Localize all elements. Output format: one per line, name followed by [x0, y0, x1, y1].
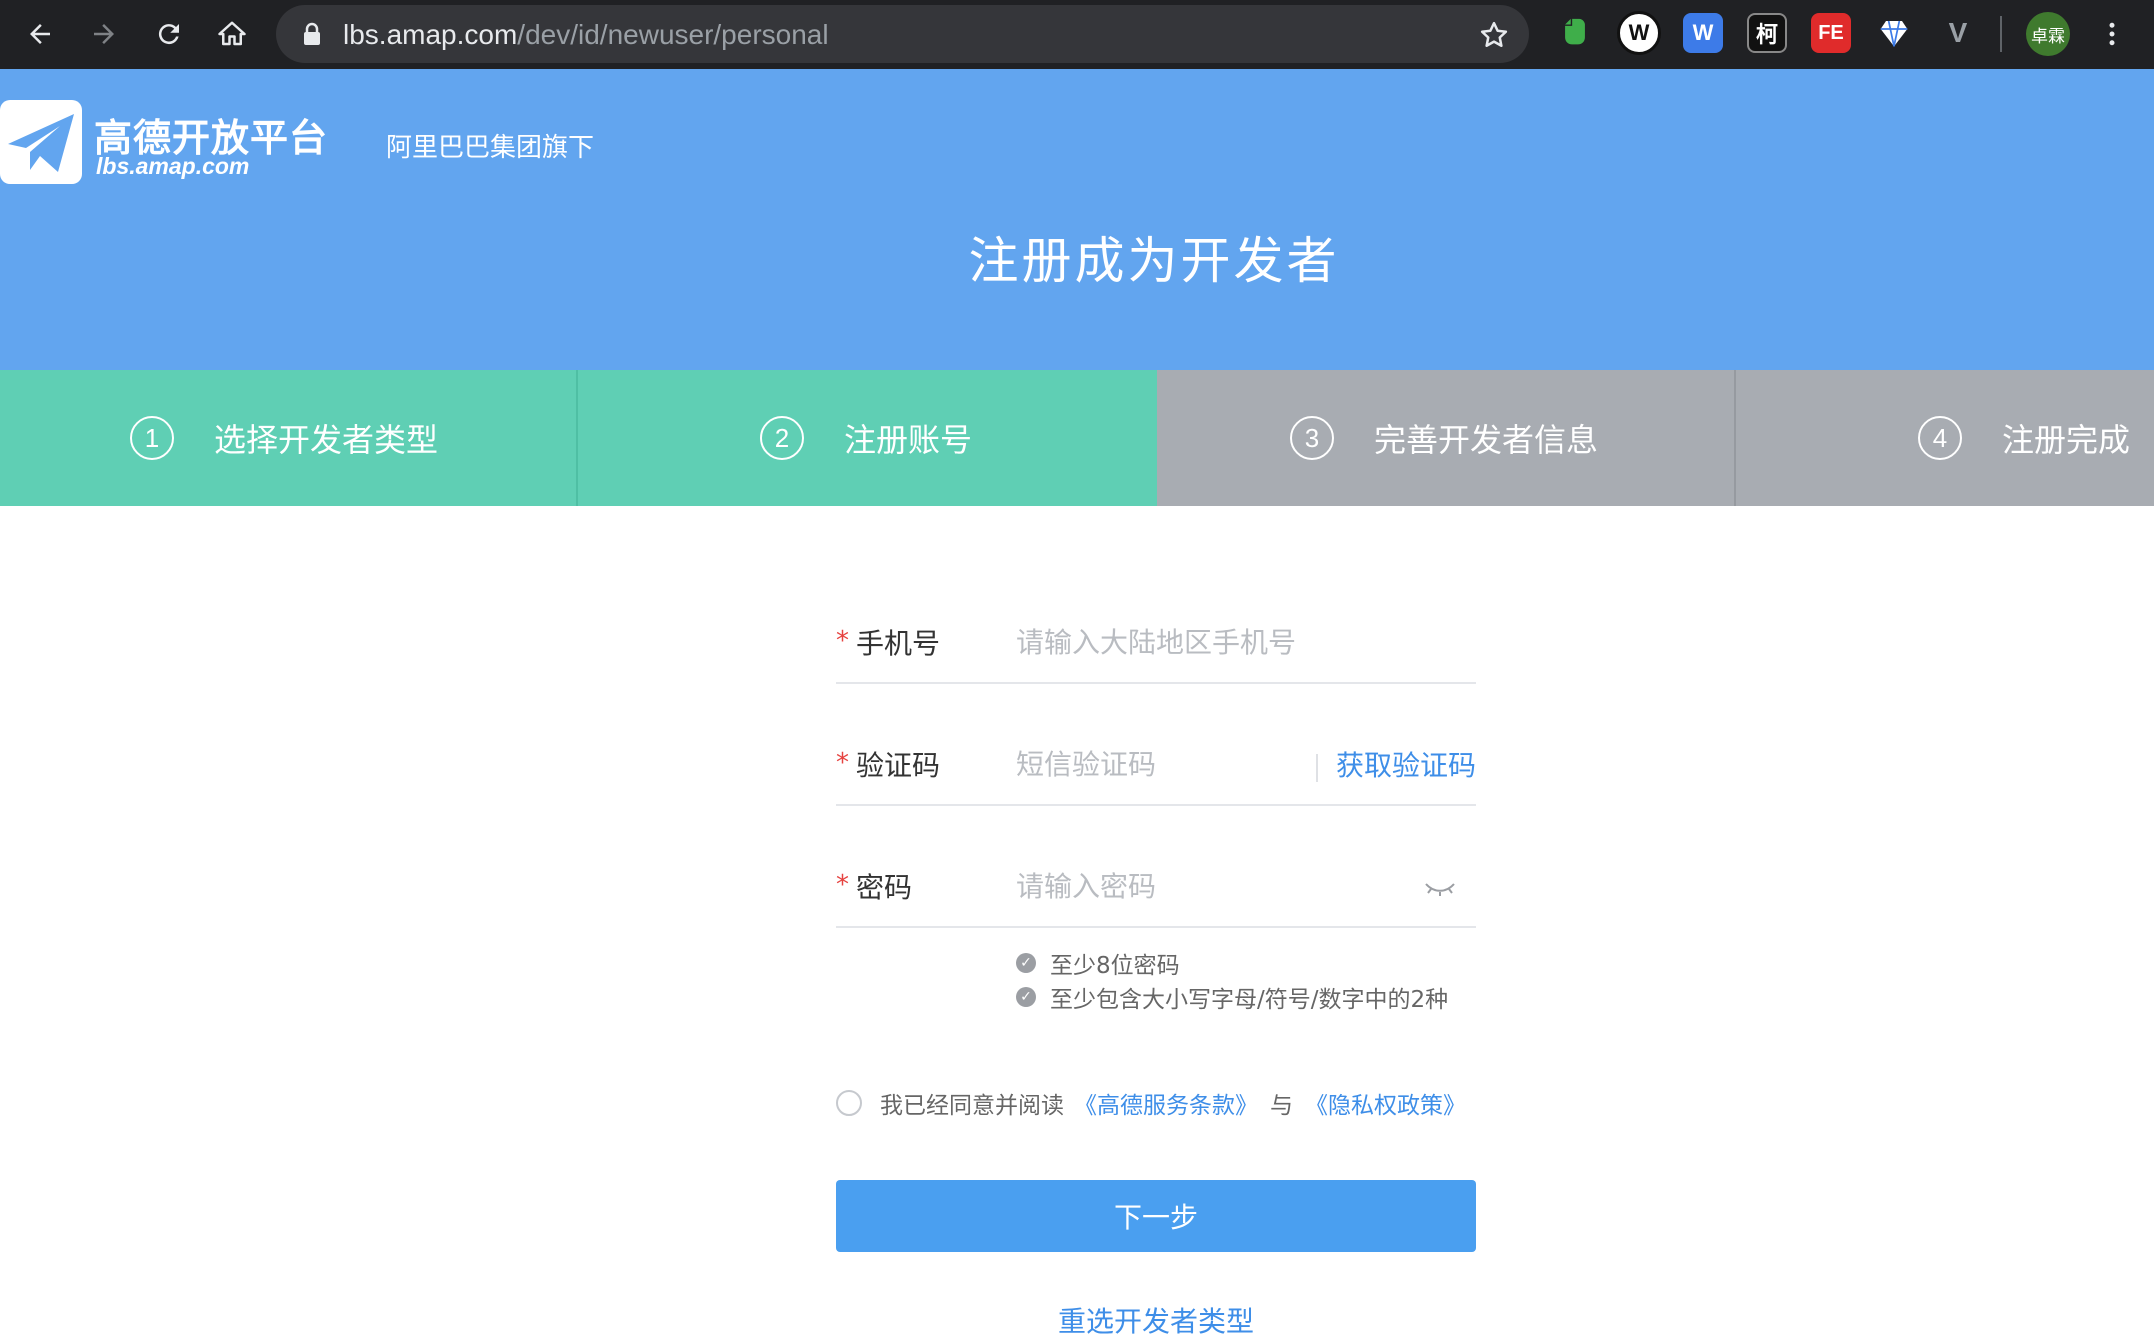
sms-code-input[interactable]	[1016, 742, 1316, 786]
reload-button[interactable]	[145, 10, 193, 58]
logo-subtitle: 阿里巴巴集团旗下	[386, 133, 595, 163]
back-button[interactable]	[16, 10, 64, 58]
password-rule-text: 至少包含大小写字母/符号/数字中的2种	[1050, 987, 1449, 1013]
page-header: 高德开放平台 lbs.amap.com 阿里巴巴集团旗下 注册成为开发者	[0, 69, 2154, 370]
arrow-right-icon	[94, 24, 114, 44]
password-rule-length: ✓ 至少8位密码	[1016, 946, 1180, 980]
agreement-checkbox[interactable]	[836, 1090, 862, 1116]
required-mark: *	[836, 748, 849, 778]
logo-domain: lbs.amap.com	[96, 153, 250, 179]
required-mark: *	[836, 626, 849, 656]
home-button[interactable]	[208, 10, 256, 58]
privacy-link[interactable]: 《隐私权政策》	[1305, 1086, 1466, 1120]
chrome-menu-button[interactable]	[2088, 10, 2136, 58]
forward-button[interactable]	[80, 10, 128, 58]
registration-steps: 1 选择开发者类型 2 注册账号 3 完善开发者信息 4 注册完成	[0, 370, 2154, 506]
step-label: 选择开发者类型	[214, 421, 439, 459]
check-circle-icon: ✓	[1016, 987, 1036, 1007]
profile-avatar[interactable]: 卓霖	[2026, 12, 2070, 56]
page-title: 注册成为开发者	[968, 232, 1340, 290]
password-input[interactable]	[1016, 864, 1416, 908]
password-rule-complexity: ✓ 至少包含大小写字母/符号/数字中的2种	[1016, 980, 1448, 1014]
step-number: 2	[760, 416, 804, 460]
diamond-extension-icon[interactable]	[1874, 13, 1914, 53]
ke-extension-icon[interactable]: 柯	[1747, 13, 1787, 53]
step-label: 注册账号	[844, 421, 973, 459]
address-bar[interactable]: lbs.amap.com/dev/id/newuser/personal	[276, 5, 1529, 63]
terms-link[interactable]: 《高德服务条款》	[1074, 1086, 1258, 1120]
arrow-left-icon	[30, 24, 50, 44]
agreement-row: 我已经同意并阅读 《高德服务条款》 与 《隐私权政策》	[836, 1086, 1466, 1120]
eye-closed-icon[interactable]	[1422, 876, 1458, 900]
step-finished: 4 注册完成	[1735, 370, 2154, 506]
browser-toolbar: lbs.amap.com/dev/id/newuser/personal W W…	[0, 0, 2154, 69]
bookmark-star-icon[interactable]	[1479, 20, 1509, 50]
agreement-conjunction: 与	[1270, 1093, 1293, 1119]
home-icon	[218, 21, 246, 46]
password-field: * 密码	[836, 844, 1476, 928]
more-vert-icon	[2109, 22, 2115, 46]
phone-label: 手机号	[856, 627, 941, 660]
password-rule-text: 至少8位密码	[1050, 953, 1180, 979]
lock-icon	[304, 22, 320, 45]
next-step-button[interactable]: 下一步	[836, 1180, 1476, 1252]
step-label: 完善开发者信息	[1374, 421, 1599, 459]
step-label: 注册完成	[2002, 421, 2131, 459]
code-label: 验证码	[856, 749, 941, 782]
step-divider	[1734, 370, 1736, 506]
wappalyzer-icon[interactable]: W	[1617, 11, 1661, 55]
fe-helper-icon[interactable]: FE	[1811, 13, 1851, 53]
step-complete-info: 3 完善开发者信息	[1157, 370, 1735, 506]
step-number: 4	[1918, 416, 1962, 460]
url-text: lbs.amap.com/dev/id/newuser/personal	[343, 19, 829, 51]
vue-devtools-icon[interactable]: V	[1938, 13, 1978, 53]
agreement-prefix: 我已经同意并阅读	[880, 1093, 1064, 1119]
code-field: * 验证码 获取验证码	[836, 722, 1476, 806]
step-divider	[576, 370, 578, 506]
w-extension-icon[interactable]: W	[1683, 13, 1723, 53]
step-number: 3	[1290, 416, 1334, 460]
check-circle-icon: ✓	[1016, 953, 1036, 973]
reload-icon	[158, 24, 179, 45]
required-mark: *	[836, 870, 849, 900]
step-number: 1	[130, 416, 174, 460]
input-divider	[1316, 754, 1318, 782]
get-code-button[interactable]: 获取验证码	[1336, 744, 1476, 784]
evernote-icon[interactable]	[1555, 13, 1595, 53]
phone-input[interactable]	[1016, 620, 1466, 664]
toolbar-divider	[2000, 16, 2002, 52]
step-register-account: 2 注册账号	[577, 370, 1157, 506]
step-select-type: 1 选择开发者类型	[0, 370, 577, 506]
password-label: 密码	[856, 871, 913, 904]
url-path: /dev/id/newuser/personal	[517, 19, 829, 50]
url-host: lbs.amap.com	[343, 19, 518, 50]
phone-field: * 手机号	[836, 600, 1476, 684]
amap-logo-icon[interactable]	[0, 100, 82, 184]
reselect-type-link[interactable]: 重选开发者类型	[836, 1300, 1476, 1340]
